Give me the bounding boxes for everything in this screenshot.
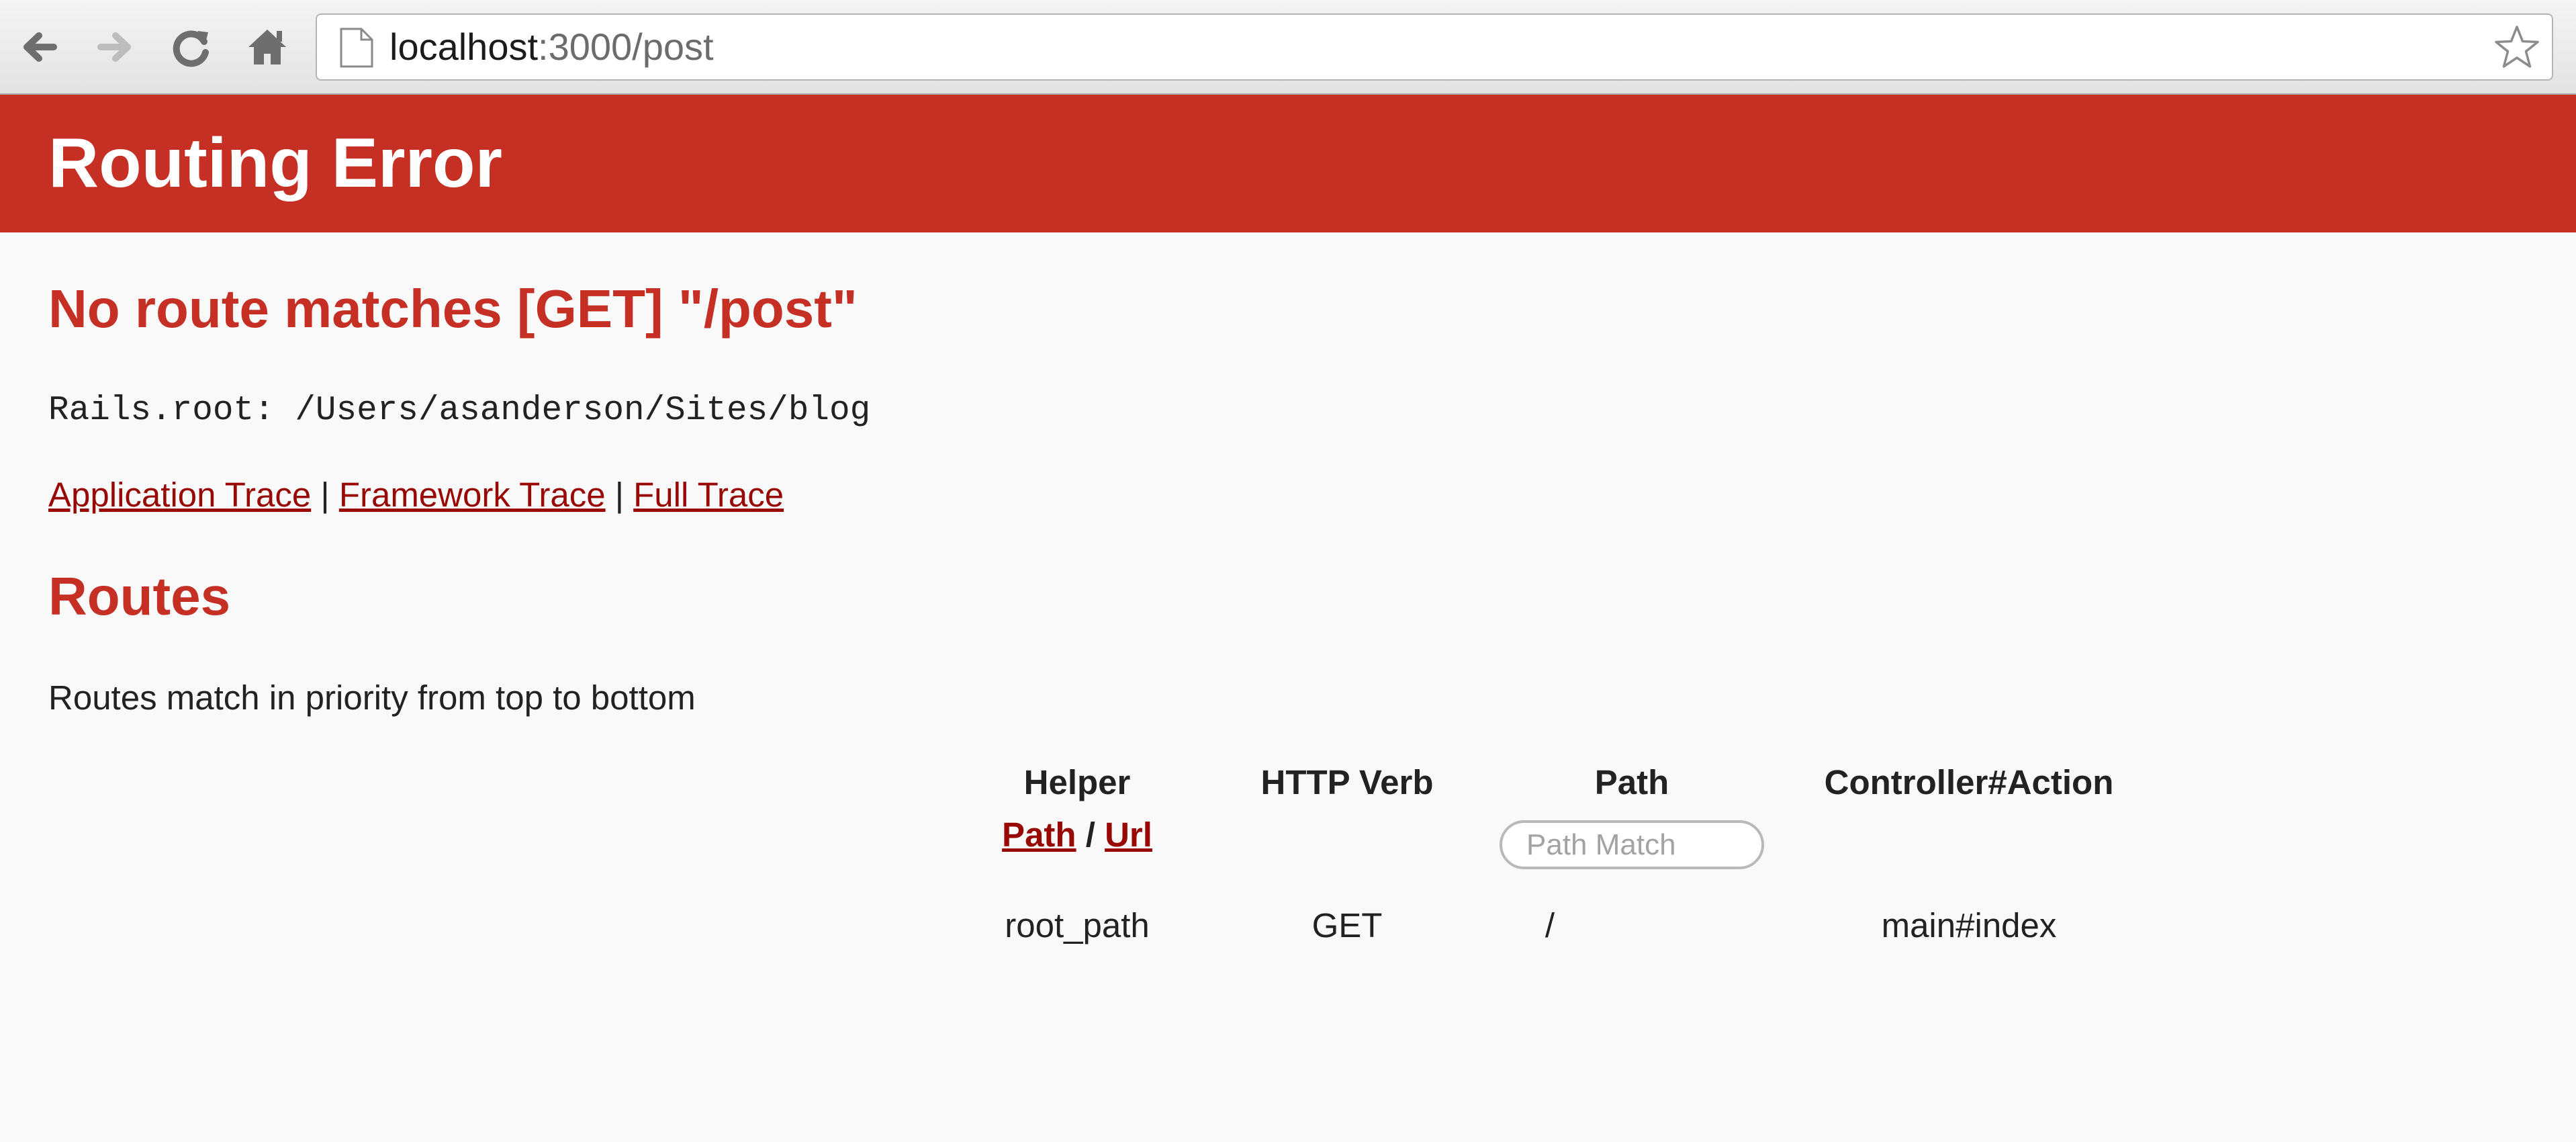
trace-links: Application Trace | Framework Trace | Fu…	[48, 472, 784, 519]
routes-table: Helper HTTP Verb Path Controller#Action …	[0, 749, 2576, 951]
page-title: Routing Error	[48, 124, 502, 202]
browser-toolbar: localhost:3000/post	[0, 0, 2576, 95]
page-icon	[338, 27, 375, 69]
bookmark-star-icon[interactable]	[2491, 23, 2542, 74]
back-arrow-icon	[24, 32, 57, 62]
url-text[interactable]: localhost:3000/post	[389, 15, 714, 79]
error-header-bar: Routing Error	[0, 95, 2576, 232]
error-message: No route matches [GET] "/post"	[48, 279, 858, 339]
reload-button[interactable]	[164, 19, 220, 75]
rails-root-path: Rails.root: /Users/asanderson/Sites/blog	[48, 392, 871, 430]
route-helper-cell: root_path	[1005, 906, 1150, 945]
column-header-http-verb: HTTP Verb	[1260, 763, 1434, 801]
url-host: localhost	[389, 26, 539, 68]
helper-url-link[interactable]: Url	[1105, 816, 1152, 854]
address-bar[interactable]: localhost:3000/post	[316, 13, 2553, 81]
full-trace-link[interactable]: Full Trace	[633, 476, 784, 514]
browser-window: localhost:3000/post Routing Error No rou…	[0, 0, 2576, 1142]
route-path-cell: /	[1545, 906, 1555, 945]
helper-toggle: Path / Url	[1002, 801, 1152, 869]
routes-heading: Routes	[48, 566, 231, 626]
home-button[interactable]	[239, 19, 295, 75]
forward-arrow-icon	[97, 32, 131, 62]
trace-separator: |	[320, 476, 330, 514]
trace-separator: |	[614, 476, 624, 514]
forward-button[interactable]	[86, 19, 142, 75]
reload-icon	[173, 30, 209, 67]
home-icon	[248, 30, 286, 64]
url-port-path: :3000/post	[538, 26, 714, 68]
back-button[interactable]	[12, 19, 68, 75]
route-verb-cell: GET	[1312, 906, 1383, 945]
helper-toggle-separator: /	[1085, 816, 1095, 854]
routes-description: Routes match in priority from top to bot…	[48, 678, 696, 717]
route-action-cell: main#index	[1881, 906, 2057, 945]
application-trace-link[interactable]: Application Trace	[48, 476, 311, 514]
path-match-search-input[interactable]	[1500, 820, 1764, 869]
column-header-path: Path	[1594, 763, 1669, 801]
framework-trace-link[interactable]: Framework Trace	[339, 476, 606, 514]
column-header-controller-action: Controller#Action	[1824, 763, 2114, 801]
helper-path-link[interactable]: Path	[1002, 816, 1076, 854]
